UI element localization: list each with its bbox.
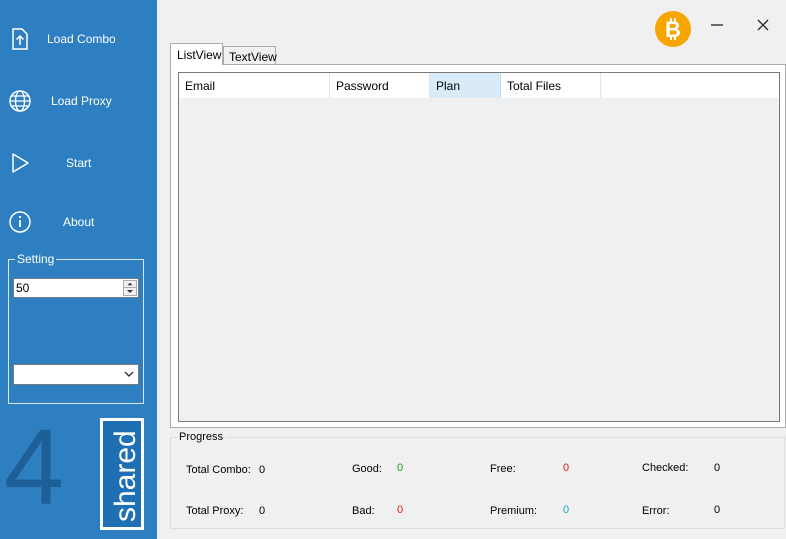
load-combo-button[interactable]: Load Combo <box>0 19 157 59</box>
free-value: 0 <box>563 462 570 474</box>
chevron-down-icon <box>124 371 134 377</box>
load-proxy-button[interactable]: Load Proxy <box>0 81 157 121</box>
column-email[interactable]: Email <box>179 73 330 98</box>
checked-value: 0 <box>714 462 721 474</box>
progress-label: Progress <box>176 431 227 444</box>
setting-label: Setting <box>15 252 57 266</box>
column-total-files[interactable]: Total Files <box>501 73 601 98</box>
sidebar: Load Combo Load Proxy Start About Settin… <box>0 0 157 539</box>
bitcoin-symbol: B <box>665 17 681 42</box>
checked-label: Checked: <box>642 462 689 474</box>
load-proxy-label: Load Proxy <box>51 94 112 108</box>
error-value: 0 <box>714 504 721 516</box>
column-plan[interactable]: Plan <box>430 73 501 98</box>
stepper-up-icon[interactable] <box>124 281 136 288</box>
premium-label: Premium: <box>490 505 538 517</box>
total-proxy-value: 0 <box>259 505 266 517</box>
error-label: Error: <box>642 505 670 517</box>
minimize-button[interactable] <box>705 14 729 36</box>
file-upload-icon <box>12 28 28 50</box>
4shared-logo: 4 shared <box>4 418 144 530</box>
about-button[interactable]: About <box>0 202 157 242</box>
about-label: About <box>63 215 95 229</box>
threads-stepper[interactable] <box>13 278 139 298</box>
info-icon <box>9 211 31 233</box>
good-label: Good: <box>352 463 382 475</box>
play-icon <box>12 153 29 173</box>
load-combo-label: Load Combo <box>47 32 116 46</box>
mode-dropdown[interactable] <box>13 364 139 385</box>
free-label: Free: <box>490 463 516 475</box>
stepper-buttons[interactable] <box>123 280 137 296</box>
premium-value: 0 <box>563 504 570 516</box>
bad-value: 0 <box>397 504 404 516</box>
logo-number: 4 <box>4 418 64 527</box>
results-listview[interactable]: Email Password Plan Total Files <box>178 72 780 422</box>
logo-text: shared <box>109 430 142 522</box>
column-password[interactable]: Password <box>330 73 430 98</box>
start-button[interactable]: Start <box>0 143 157 183</box>
globe-icon <box>9 90 31 112</box>
total-proxy-label: Total Proxy: <box>186 505 244 517</box>
total-combo-label: Total Combo: <box>186 464 251 476</box>
tab-textview[interactable]: TextView <box>223 46 277 65</box>
progress-group: Progress Total Combo: 0 Total Proxy: 0 G… <box>170 431 785 529</box>
tab-listview[interactable]: ListView <box>170 43 223 65</box>
bitcoin-icon[interactable]: B <box>655 11 691 47</box>
total-combo-value: 0 <box>259 464 266 476</box>
listview-header: Email Password Plan Total Files <box>179 73 779 98</box>
listview-tab-panel: Email Password Plan Total Files <box>170 64 786 428</box>
setting-group: Setting <box>8 252 144 404</box>
start-label: Start <box>66 156 92 170</box>
stepper-down-icon[interactable] <box>124 288 136 295</box>
good-value: 0 <box>397 462 404 474</box>
threads-input[interactable] <box>14 279 122 297</box>
close-button[interactable] <box>752 14 774 36</box>
bad-label: Bad: <box>352 505 375 517</box>
